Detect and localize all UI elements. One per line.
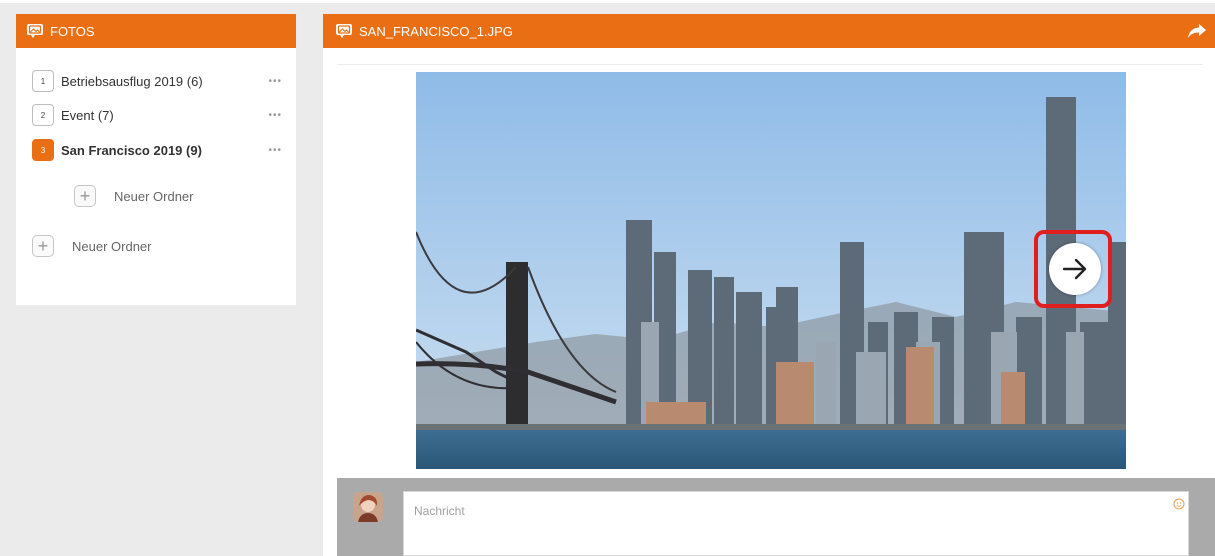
more-options-icon[interactable]: ••• [268,145,282,156]
folder-label[interactable]: Betriebsausflug 2019 (6) [61,74,268,89]
share-arrow-icon[interactable] [1187,23,1207,39]
next-photo-button[interactable] [1049,243,1101,295]
photo-viewer: SAN_FRANCISCO_1.JPG [323,14,1215,556]
folder-number: 2 [32,104,54,126]
folder-panel-header: FOTOS [16,14,296,48]
more-options-icon[interactable]: ••• [268,110,282,121]
new-folder-button[interactable]: + Neuer Ordner [32,235,151,257]
new-subfolder-button[interactable]: + Neuer Ordner [74,185,193,207]
smiley-icon[interactable] [1173,498,1185,510]
more-options-icon[interactable]: ••• [268,76,282,87]
folder-label[interactable]: Event (7) [61,108,268,123]
plus-icon[interactable]: + [32,235,54,257]
divider [337,64,1203,65]
new-folder-label[interactable]: Neuer Ordner [72,239,151,254]
comment-bar [337,478,1215,556]
folder-number: 3 [32,139,54,161]
folder-label[interactable]: San Francisco 2019 (9) [61,143,268,158]
new-subfolder-label[interactable]: Neuer Ordner [114,189,193,204]
folder-item-san-francisco[interactable]: 3 San Francisco 2019 (9) ••• [32,139,282,161]
san-francisco-photo [416,72,1126,469]
folder-panel: FOTOS 1 Betriebsausflug 2019 (6) ••• 2 E… [16,14,296,305]
message-input[interactable] [403,491,1189,556]
plus-icon[interactable]: + [74,185,96,207]
folder-item-event[interactable]: 2 Event (7) ••• [32,104,282,126]
photo-title: SAN_FRANCISCO_1.JPG [359,23,513,39]
photo-icon [336,24,352,38]
folder-panel-title: FOTOS [50,23,95,39]
photo-icon [27,24,43,38]
folder-item-betriebsausflug[interactable]: 1 Betriebsausflug 2019 (6) ••• [32,70,282,92]
arrow-right-icon [1062,258,1087,280]
folder-number: 1 [32,70,54,92]
photo-header: SAN_FRANCISCO_1.JPG [323,14,1215,48]
avatar-image [353,492,383,522]
top-border [0,0,1215,3]
avatar [353,492,383,522]
